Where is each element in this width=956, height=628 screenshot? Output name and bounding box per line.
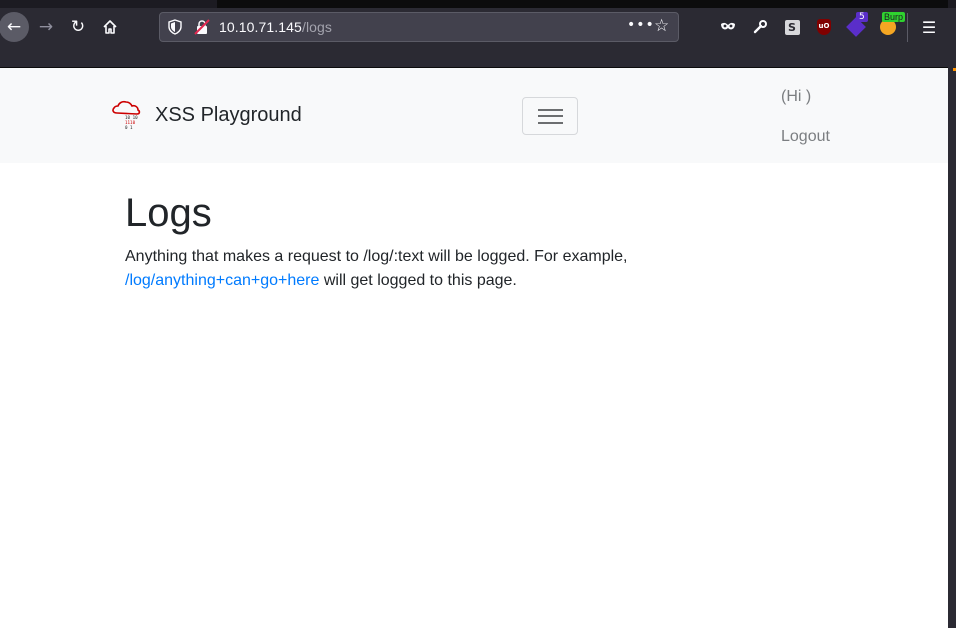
description-text-end: will get logged to this page. xyxy=(319,272,517,289)
page-title: Logs xyxy=(125,191,212,235)
insecure-lock-icon[interactable] xyxy=(194,19,210,35)
window-edge xyxy=(948,68,956,628)
menu-icon[interactable]: ☰ xyxy=(919,17,939,37)
url-bar[interactable]: 10.10.71.145/logs ••• ☆ xyxy=(159,12,679,42)
greeting-link[interactable]: (Hi ) xyxy=(781,88,811,106)
brand-link[interactable]: 10 10 1110 0 1 XSS Playground xyxy=(110,98,302,132)
hamburger-icon xyxy=(538,109,563,111)
ublock-label: uO xyxy=(817,19,831,35)
hacktools-badge: 5 xyxy=(856,12,868,22)
url-text[interactable]: 10.10.71.145/logs xyxy=(219,19,332,35)
burp-badge: Burp xyxy=(882,12,906,22)
hacktools-icon[interactable]: 5 xyxy=(846,12,868,37)
forward-icon[interactable]: → xyxy=(31,12,61,42)
hamburger-icon-bar xyxy=(538,122,563,124)
active-tab[interactable] xyxy=(217,0,948,8)
site-navbar: 10 10 1110 0 1 XSS Playground (Hi ) Logo… xyxy=(0,68,948,163)
shield-icon[interactable] xyxy=(168,19,182,35)
navbar-toggler-button[interactable] xyxy=(522,97,578,135)
reload-icon[interactable]: ↻ xyxy=(63,12,93,42)
url-path: /logs xyxy=(301,19,333,35)
s-extension-icon[interactable]: S xyxy=(782,17,802,37)
main-content: Logs Anything that makes a request to /l… xyxy=(125,189,825,293)
logout-link[interactable]: Logout xyxy=(781,128,830,146)
toolbar-spacer xyxy=(0,46,956,67)
toolbar-separator xyxy=(907,13,908,42)
bookmark-star-icon[interactable]: ☆ xyxy=(654,16,669,36)
wrench-icon[interactable] xyxy=(750,17,770,37)
tab-strip xyxy=(0,0,956,8)
page-viewport: 10 10 1110 0 1 XSS Playground (Hi ) Logo… xyxy=(0,68,948,628)
home-icon[interactable] xyxy=(95,12,125,42)
ublock-icon[interactable]: uO xyxy=(814,17,834,37)
hamburger-icon-bar xyxy=(538,115,563,117)
s-extension-label: S xyxy=(784,19,800,35)
browser-toolbar: ← → ↻ 10.10.71.145/logs ••• ☆ S uO 5 Bur… xyxy=(0,8,956,46)
more-dots-icon[interactable]: ••• xyxy=(627,17,655,33)
back-icon[interactable]: ← xyxy=(0,12,29,42)
example-log-link[interactable]: /log/anything+can+go+here xyxy=(125,272,319,289)
burp-icon[interactable]: Burp xyxy=(878,12,906,37)
url-host: 10.10.71.145 xyxy=(219,19,302,35)
description-text: Anything that makes a request to /log/:t… xyxy=(125,248,628,265)
logs-description: Anything that makes a request to /log/:t… xyxy=(125,245,825,293)
svg-text:0 1: 0 1 xyxy=(125,125,133,130)
mask-icon[interactable] xyxy=(718,17,738,37)
brand-name: XSS Playground xyxy=(155,103,302,126)
cloud-logo-icon: 10 10 1110 0 1 xyxy=(112,100,141,130)
